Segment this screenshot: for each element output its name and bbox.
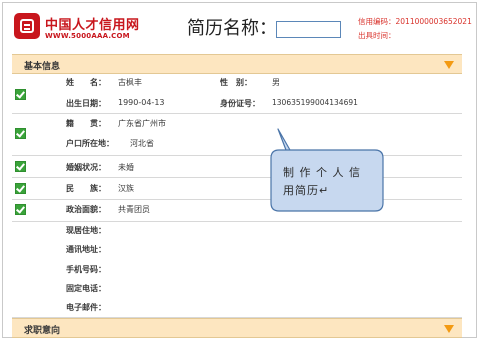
row-native-hukou: 籍 贯： 广东省广州市 户口所在地： 河北省 (12, 114, 462, 156)
section-title: 基本信息 (24, 62, 61, 72)
mobile-label: 手机号码： (66, 265, 106, 274)
resume-name-input[interactable] (276, 21, 341, 38)
checkbox-icon[interactable] (15, 161, 26, 172)
hukou-value: 河北省 (130, 139, 154, 148)
id-value: 130635199004134691 (272, 98, 358, 107)
site-logo-icon[interactable] (14, 13, 40, 39)
row-marital: 婚姻状况： 未婚 (12, 156, 462, 178)
phone-label: 固定电话： (66, 284, 106, 293)
name-value: 古枫丰 (118, 78, 142, 87)
checkbox-icon[interactable] (15, 89, 26, 100)
issue-time: 出具时间： (358, 31, 396, 40)
name-label: 姓 名： (66, 78, 106, 87)
marital-value: 未婚 (118, 163, 134, 172)
residence-label: 现居住地： (66, 226, 106, 235)
row-political: 政治面貌： 共青团员 (12, 200, 462, 222)
ethnic-label: 民 族： (66, 184, 106, 193)
email-label: 电子邮件： (66, 303, 106, 312)
checkbox-icon[interactable] (15, 183, 26, 194)
credit-code: 信用编码：2011000003652021 (358, 17, 472, 26)
political-label: 政治面貌： (66, 205, 106, 214)
native-label: 籍 贯： (66, 119, 106, 128)
birth-label: 出生日期： (66, 99, 106, 108)
site-name[interactable]: 中国人才信用网 (45, 14, 140, 33)
row-ethnic: 民 族： 汉族 (12, 178, 462, 200)
row-name-birth: 姓 名： 古枫丰 性 别： 男 出生日期： 1990-04-13 身份证号： 1… (12, 74, 462, 114)
checkbox-icon[interactable] (15, 128, 26, 139)
section-title: 求职意向 (24, 326, 61, 336)
collapse-arrow-icon[interactable] (444, 325, 454, 333)
gender-label: 性 别： (220, 78, 252, 87)
id-label: 身份证号： (220, 99, 260, 108)
address-label: 通讯地址： (66, 245, 106, 254)
section-basic-info[interactable]: 基本信息 (12, 54, 462, 74)
section-job-intention[interactable]: 求职意向 (12, 318, 462, 338)
gender-value: 男 (272, 78, 280, 87)
callout-text: 制 作 个 人 信用简历↵ (283, 166, 361, 197)
resume-title-label: 简历名称： (187, 18, 277, 39)
row-contact: 现居住地： 通讯地址： 手机号码： 固定电话： 电子邮件： (12, 222, 462, 318)
native-value: 广东省广州市 (118, 119, 166, 128)
checkbox-icon[interactable] (15, 204, 26, 215)
marital-label: 婚姻状况： (66, 163, 106, 172)
hukou-label: 户口所在地： (66, 139, 114, 148)
ethnic-value: 汉族 (118, 184, 134, 193)
site-url[interactable]: WWW.5000AAA.COM (45, 32, 130, 40)
collapse-arrow-icon[interactable] (444, 61, 454, 69)
birth-value: 1990-04-13 (118, 98, 165, 107)
political-value: 共青团员 (118, 205, 150, 214)
